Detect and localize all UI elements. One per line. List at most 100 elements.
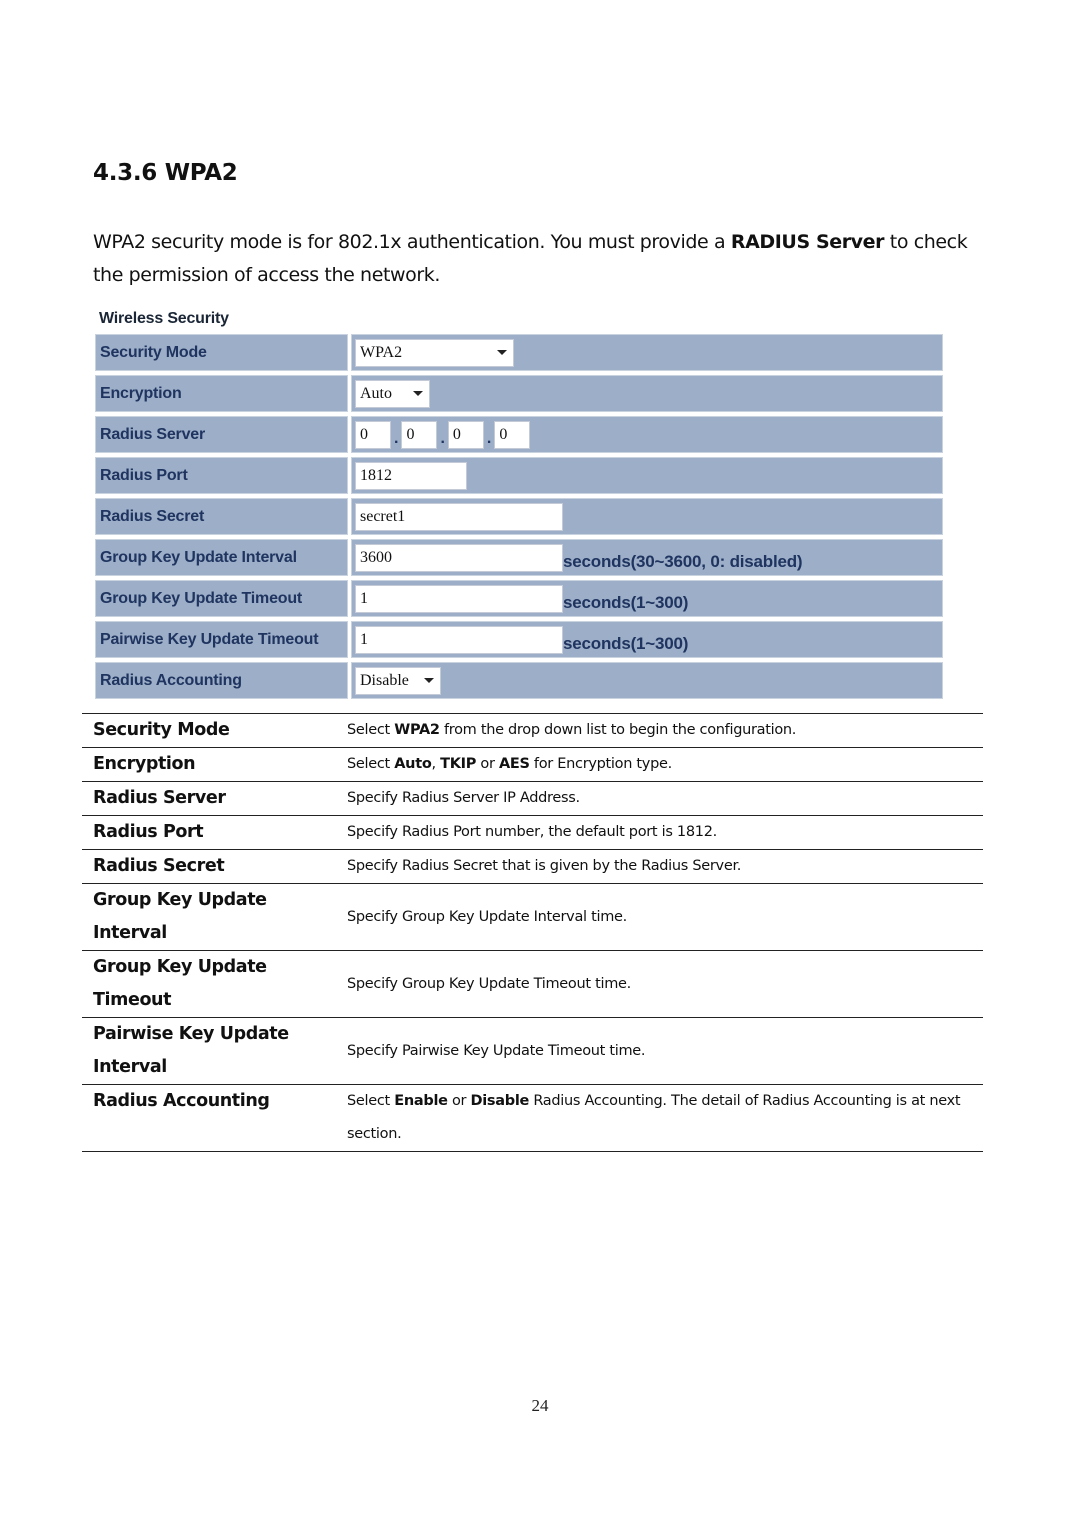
label-security-mode: Security Mode	[95, 334, 348, 371]
description-text: Select WPA2 from the drop down list to b…	[347, 714, 983, 747]
label-pairwise-key-timeout: Pairwise Key Update Timeout	[95, 621, 348, 658]
security-mode-select[interactable]: WPA2	[355, 338, 514, 367]
row-pairwise-key-timeout: Pairwise Key Update Timeout 1 seconds(1~…	[95, 621, 943, 658]
row-radius-accounting: Radius Accounting Disable	[95, 662, 943, 699]
description-term: Radius Port	[93, 822, 204, 842]
row-group-key-timeout: Group Key Update Timeout 1 seconds(1~300…	[95, 580, 943, 617]
label-radius-server: Radius Server	[95, 416, 348, 453]
text-fragment: Select	[347, 756, 395, 772]
value-cell: 1 seconds(1~300)	[351, 621, 943, 658]
text-fragment: for Encryption type.	[529, 756, 672, 772]
label-encryption: Encryption	[95, 375, 348, 412]
intro-paragraph: WPA2 security mode is for 802.1x authent…	[93, 226, 973, 292]
text-fragment: ,	[431, 756, 441, 772]
bold-keyword: TKIP	[440, 756, 477, 772]
security-mode-value: WPA2	[360, 343, 403, 361]
radius-accounting-select[interactable]: Disable	[355, 666, 441, 695]
bold-keyword: WPA2	[394, 722, 440, 738]
bold-keyword: AES	[498, 756, 530, 772]
radius-server-octet-4[interactable]: 0	[494, 420, 531, 449]
chevron-down-icon	[424, 678, 434, 683]
row-encryption: Encryption Auto	[95, 375, 943, 412]
encryption-value: Auto	[360, 384, 392, 402]
description-row: Radius Port Specify Radius Port number, t…	[82, 816, 983, 850]
pairwise-key-timeout-input[interactable]: 1	[355, 625, 563, 654]
label-radius-accounting: Radius Accounting	[95, 662, 348, 699]
group-key-timeout-input[interactable]: 1	[355, 584, 563, 613]
bold-keyword: Enable	[394, 1093, 448, 1109]
section-heading: 4.3.6 WPA2	[93, 160, 238, 186]
bold-keyword: Disable	[470, 1093, 530, 1109]
value-cell: 3600 seconds(30~3600, 0: disabled)	[351, 539, 943, 576]
bold-keyword: Auto	[394, 756, 432, 772]
chevron-down-icon	[497, 350, 507, 355]
description-row: Radius Secret Specify Radius Secret that …	[82, 850, 983, 884]
description-term: Group Key Update Timeout	[93, 957, 267, 1010]
label-group-key-timeout: Group Key Update Timeout	[95, 580, 348, 617]
description-term: Radius Secret	[93, 856, 225, 876]
ip-separator: .	[440, 429, 445, 447]
text-fragment: Specify Radius Port number, the default …	[347, 824, 717, 840]
text-fragment: Select	[347, 722, 395, 738]
text-fragment: Specify Group Key Update Interval time.	[347, 908, 627, 925]
group-key-interval-hint: seconds(30~3600, 0: disabled)	[563, 551, 803, 571]
description-term: Group Key Update Interval	[93, 890, 267, 943]
text-fragment: or	[476, 756, 499, 772]
text-fragment: Specify Radius Secret that is given by t…	[347, 858, 742, 874]
label-radius-port: Radius Port	[95, 457, 348, 494]
row-security-mode: Security Mode WPA2	[95, 334, 943, 371]
value-cell: secret1	[351, 498, 943, 535]
description-row: Security Mode Select WPA2 from the drop d…	[82, 714, 983, 748]
chevron-down-icon	[413, 391, 423, 396]
description-text: Select Auto, TKIP or AES for Encryption …	[347, 748, 983, 781]
intro-bold: RADIUS Server	[730, 231, 885, 253]
description-text: Specify Group Key Update Interval time.	[347, 884, 983, 950]
value-cell: Auto	[351, 375, 943, 412]
value-cell: Disable	[351, 662, 943, 699]
value-cell: 1812	[351, 457, 943, 494]
radius-server-octet-1[interactable]: 0	[355, 420, 391, 449]
text-fragment: Specify Radius Server IP Address.	[347, 790, 580, 806]
text-fragment: from the drop down list to begin the con…	[439, 722, 797, 738]
text-fragment: Specify Pairwise Key Update Timeout time…	[347, 1042, 646, 1059]
radius-accounting-value: Disable	[360, 671, 409, 689]
description-text: Specify Group Key Update Timeout time.	[347, 951, 983, 1017]
description-text: Specify Radius Secret that is given by t…	[347, 850, 983, 883]
description-row: Encryption Select Auto, TKIP or AES for E…	[82, 748, 983, 782]
page-number: 24	[531, 1396, 549, 1415]
description-term: Radius Accounting	[93, 1091, 270, 1111]
ip-separator: .	[486, 429, 492, 447]
text-fragment: Specify Group Key Update Timeout time.	[347, 975, 631, 992]
description-row: Radius Server Specify Radius Server IP Ad…	[82, 782, 983, 816]
description-table: Security Mode Select WPA2 from the drop d…	[82, 713, 983, 1152]
group-key-timeout-hint: seconds(1~300)	[563, 592, 689, 612]
description-row: Group Key Update Timeout Specify Group Ke…	[82, 951, 983, 1018]
value-cell: 1 seconds(1~300)	[351, 580, 943, 617]
text-fragment: Select	[347, 1093, 395, 1109]
description-row: Pairwise Key Update Interval Specify Pair…	[82, 1018, 983, 1085]
pairwise-key-timeout-hint: seconds(1~300)	[563, 633, 689, 653]
value-cell: 0 . 0 . 0 . 0	[351, 416, 943, 453]
description-row: Radius Accounting Select Enable or Disabl…	[82, 1085, 983, 1152]
radius-server-octet-3[interactable]: 0	[447, 420, 484, 449]
group-key-interval-input[interactable]: 3600	[355, 543, 563, 572]
row-radius-server: Radius Server 0 . 0 . 0 . 0	[95, 416, 943, 453]
wireless-security-title: Wireless Security	[99, 310, 229, 327]
label-radius-secret: Radius Secret	[95, 498, 348, 535]
description-term: Security Mode	[93, 720, 230, 740]
description-term: Pairwise Key Update Interval	[93, 1024, 289, 1077]
description-text: Specify Pairwise Key Update Timeout time…	[347, 1018, 983, 1084]
text-fragment: or	[447, 1093, 471, 1109]
radius-port-input[interactable]: 1812	[355, 461, 467, 490]
description-text: Select Enable or Disable Radius Accounti…	[347, 1085, 983, 1151]
value-cell: WPA2	[351, 334, 943, 371]
description-term: Encryption	[93, 754, 196, 774]
radius-secret-input[interactable]: secret1	[355, 502, 563, 531]
wireless-security-form: Security Mode WPA2 Encryption Auto Radiu…	[95, 334, 943, 703]
radius-server-octet-2[interactable]: 0	[401, 420, 438, 449]
row-group-key-interval: Group Key Update Interval 3600 seconds(3…	[95, 539, 943, 576]
description-row: Group Key Update Interval Specify Group K…	[82, 884, 983, 951]
description-text: Specify Radius Port number, the default …	[347, 816, 983, 849]
description-text: Specify Radius Server IP Address.	[347, 782, 983, 815]
encryption-select[interactable]: Auto	[355, 379, 430, 408]
